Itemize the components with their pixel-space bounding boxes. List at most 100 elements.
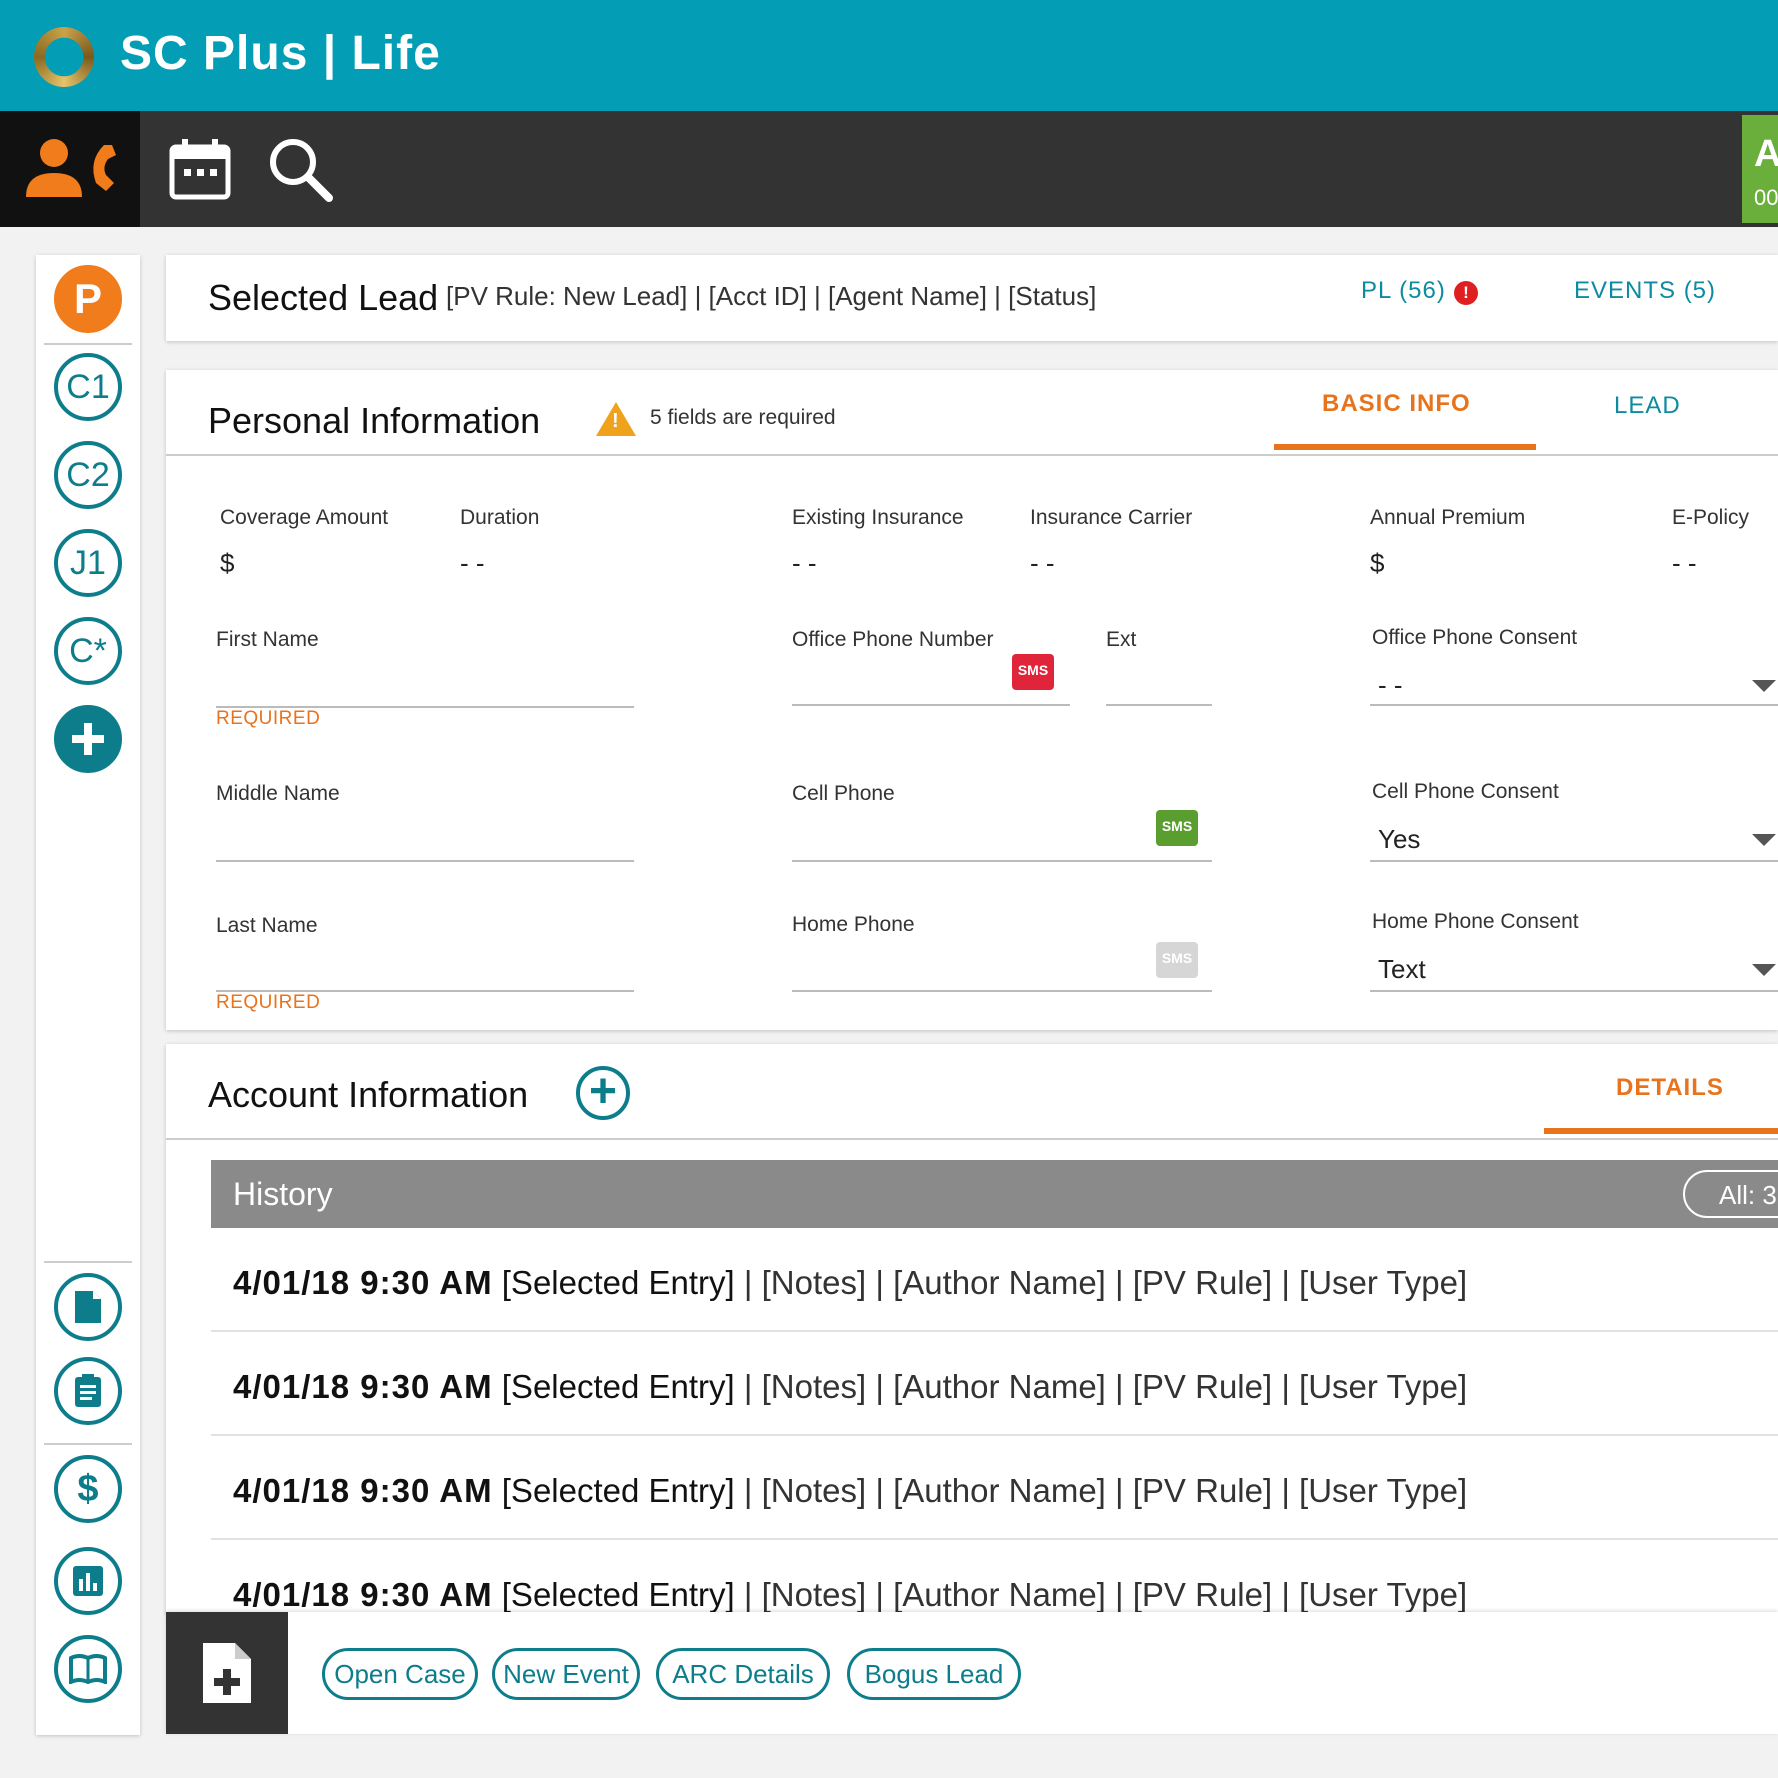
- cell-consent-label: Cell Phone Consent: [1372, 780, 1559, 803]
- first-name-label: First Name: [216, 628, 319, 651]
- rail-primary-button[interactable]: P: [54, 265, 122, 333]
- book-icon: [69, 1654, 107, 1684]
- annual-premium-label: Annual Premium: [1370, 506, 1526, 529]
- insurance-carrier-label: Insurance Carrier: [1030, 506, 1193, 529]
- agent-status-count: 00: [1754, 185, 1778, 210]
- office-consent-label: Office Phone Consent: [1372, 626, 1578, 649]
- office-phone-label: Office Phone Number: [792, 628, 994, 651]
- rail-divider: [44, 343, 132, 345]
- history-row[interactable]: 4/01/18 9:30 AM [Selected Entry] | [Note…: [211, 1332, 1778, 1436]
- middle-name-field[interactable]: [216, 860, 634, 862]
- new-event-button[interactable]: New Event: [492, 1648, 640, 1700]
- new-document-button[interactable]: [166, 1612, 288, 1734]
- history-date: 4/01/18 9:30 AM: [233, 1576, 493, 1613]
- rail-c1-button[interactable]: C1: [54, 353, 122, 421]
- tab-details[interactable]: DETAILS: [1616, 1074, 1724, 1102]
- app-title: SC Plus | Life: [120, 27, 441, 80]
- coverage-amount-value: $: [220, 548, 235, 578]
- account-info-title: Account Information: [208, 1074, 529, 1115]
- calendar-icon: [169, 139, 231, 200]
- home-consent-select[interactable]: [1370, 990, 1778, 992]
- ext-field[interactable]: [1106, 704, 1212, 706]
- nav-contacts-button[interactable]: [0, 111, 140, 227]
- bogus-lead-button[interactable]: Bogus Lead: [847, 1648, 1021, 1700]
- office-consent-value[interactable]: - -: [1378, 670, 1403, 701]
- clipboard-icon: [75, 1374, 101, 1407]
- history-row[interactable]: 4/01/18 9:30 AM [Selected Entry] | [Note…: [211, 1436, 1778, 1540]
- events-link[interactable]: EVENTS (5): [1574, 277, 1716, 305]
- add-account-icon[interactable]: +: [576, 1066, 630, 1120]
- middle-name-label: Middle Name: [216, 782, 340, 805]
- duration-label: Duration: [460, 506, 540, 529]
- rail-j1-button[interactable]: J1: [54, 529, 122, 597]
- nav-search-button[interactable]: [250, 111, 350, 227]
- rail-billing-button[interactable]: $: [54, 1455, 122, 1523]
- history-details: | [Notes] | [Author Name] | [PV Rule] | …: [734, 1368, 1468, 1405]
- rail-clipboard-button[interactable]: [54, 1357, 122, 1425]
- home-consent-label: Home Phone Consent: [1372, 910, 1579, 933]
- selected-lead-card: Selected Lead [PV Rule: New Lead] | [Acc…: [166, 255, 1778, 341]
- agent-status-letter: A: [1754, 133, 1778, 175]
- warning-icon: !: [596, 402, 636, 436]
- tab-lead[interactable]: LEAD: [1614, 392, 1681, 420]
- rail-add-button[interactable]: [54, 705, 122, 773]
- rail-reports-button[interactable]: [54, 1547, 122, 1615]
- tab-details-indicator: [1544, 1128, 1778, 1134]
- home-consent-chevron-down-icon[interactable]: [1752, 964, 1776, 976]
- home-consent-value[interactable]: Text: [1378, 954, 1426, 985]
- home-phone-field[interactable]: [792, 990, 1212, 992]
- tab-basic-info[interactable]: BASIC INFO: [1322, 390, 1471, 418]
- e-policy-label: E-Policy: [1672, 506, 1750, 529]
- history-date: 4/01/18 9:30 AM: [233, 1264, 493, 1301]
- cell-phone-label: Cell Phone: [792, 782, 895, 805]
- dollar-icon: $: [77, 1467, 99, 1510]
- office-phone-field[interactable]: [792, 704, 1070, 706]
- app-header: SC Plus | Life: [0, 0, 1778, 111]
- rail-divider: [44, 1261, 132, 1263]
- history-date: 4/01/18 9:30 AM: [233, 1368, 493, 1405]
- e-policy-value: - -: [1672, 548, 1697, 578]
- history-date: 4/01/18 9:30 AM: [233, 1472, 493, 1509]
- cell-phone-field[interactable]: [792, 860, 1212, 862]
- pl-alert-icon: !: [1454, 281, 1478, 305]
- document-icon: [75, 1291, 101, 1323]
- duration-value: - -: [460, 548, 485, 578]
- office-consent-select[interactable]: [1370, 704, 1778, 706]
- required-fields-warning: 5 fields are required: [650, 406, 836, 429]
- action-bar: Open Case New Event ARC Details Bogus Le…: [166, 1612, 1778, 1734]
- agent-status-badge[interactable]: A 00: [1742, 115, 1778, 223]
- cell-consent-chevron-down-icon[interactable]: [1752, 834, 1776, 846]
- rail-cstar-button[interactable]: C*: [54, 617, 122, 685]
- history-details: | [Notes] | [Author Name] | [PV Rule] | …: [734, 1576, 1468, 1613]
- sms-enabled-icon[interactable]: SMS: [1156, 810, 1198, 846]
- main-navbar: A 00: [0, 111, 1778, 227]
- open-case-button[interactable]: Open Case: [322, 1648, 478, 1700]
- rail-c2-button[interactable]: C2: [54, 441, 122, 509]
- sms-inactive-icon[interactable]: SMS: [1156, 942, 1198, 978]
- history-filter-all[interactable]: All: 3: [1683, 1170, 1778, 1218]
- tab-basic-info-indicator: [1274, 444, 1536, 450]
- pl-link[interactable]: PL (56): [1361, 277, 1446, 305]
- personal-info-title: Personal Information: [208, 400, 541, 441]
- contact-call-icon: [26, 139, 116, 197]
- history-details: | [Notes] | [Author Name] | [PV Rule] | …: [734, 1472, 1468, 1509]
- rail-guide-button[interactable]: [54, 1635, 122, 1703]
- home-phone-label: Home Phone: [792, 913, 915, 936]
- history-title: History: [233, 1176, 333, 1212]
- history-header: History All: 3: [211, 1160, 1778, 1228]
- plus-icon: [72, 723, 104, 755]
- existing-insurance-value: - -: [792, 548, 817, 578]
- cell-consent-select[interactable]: [1370, 860, 1778, 862]
- nav-calendar-button[interactable]: [150, 111, 250, 227]
- history-details: | [Notes] | [Author Name] | [PV Rule] | …: [734, 1264, 1468, 1301]
- office-consent-chevron-down-icon[interactable]: [1752, 680, 1776, 692]
- rail-divider: [44, 1443, 132, 1445]
- left-rail: P C1 C2 J1 C* $: [36, 255, 140, 1735]
- first-name-required: REQUIRED: [216, 708, 321, 729]
- history-row[interactable]: 4/01/18 9:30 AM [Selected Entry] | [Note…: [211, 1228, 1778, 1332]
- arc-details-button[interactable]: ARC Details: [656, 1648, 830, 1700]
- sms-disabled-icon[interactable]: SMS: [1012, 654, 1054, 690]
- rail-document-button[interactable]: [54, 1273, 122, 1341]
- section-divider: [166, 1138, 1778, 1140]
- cell-consent-value[interactable]: Yes: [1378, 824, 1420, 855]
